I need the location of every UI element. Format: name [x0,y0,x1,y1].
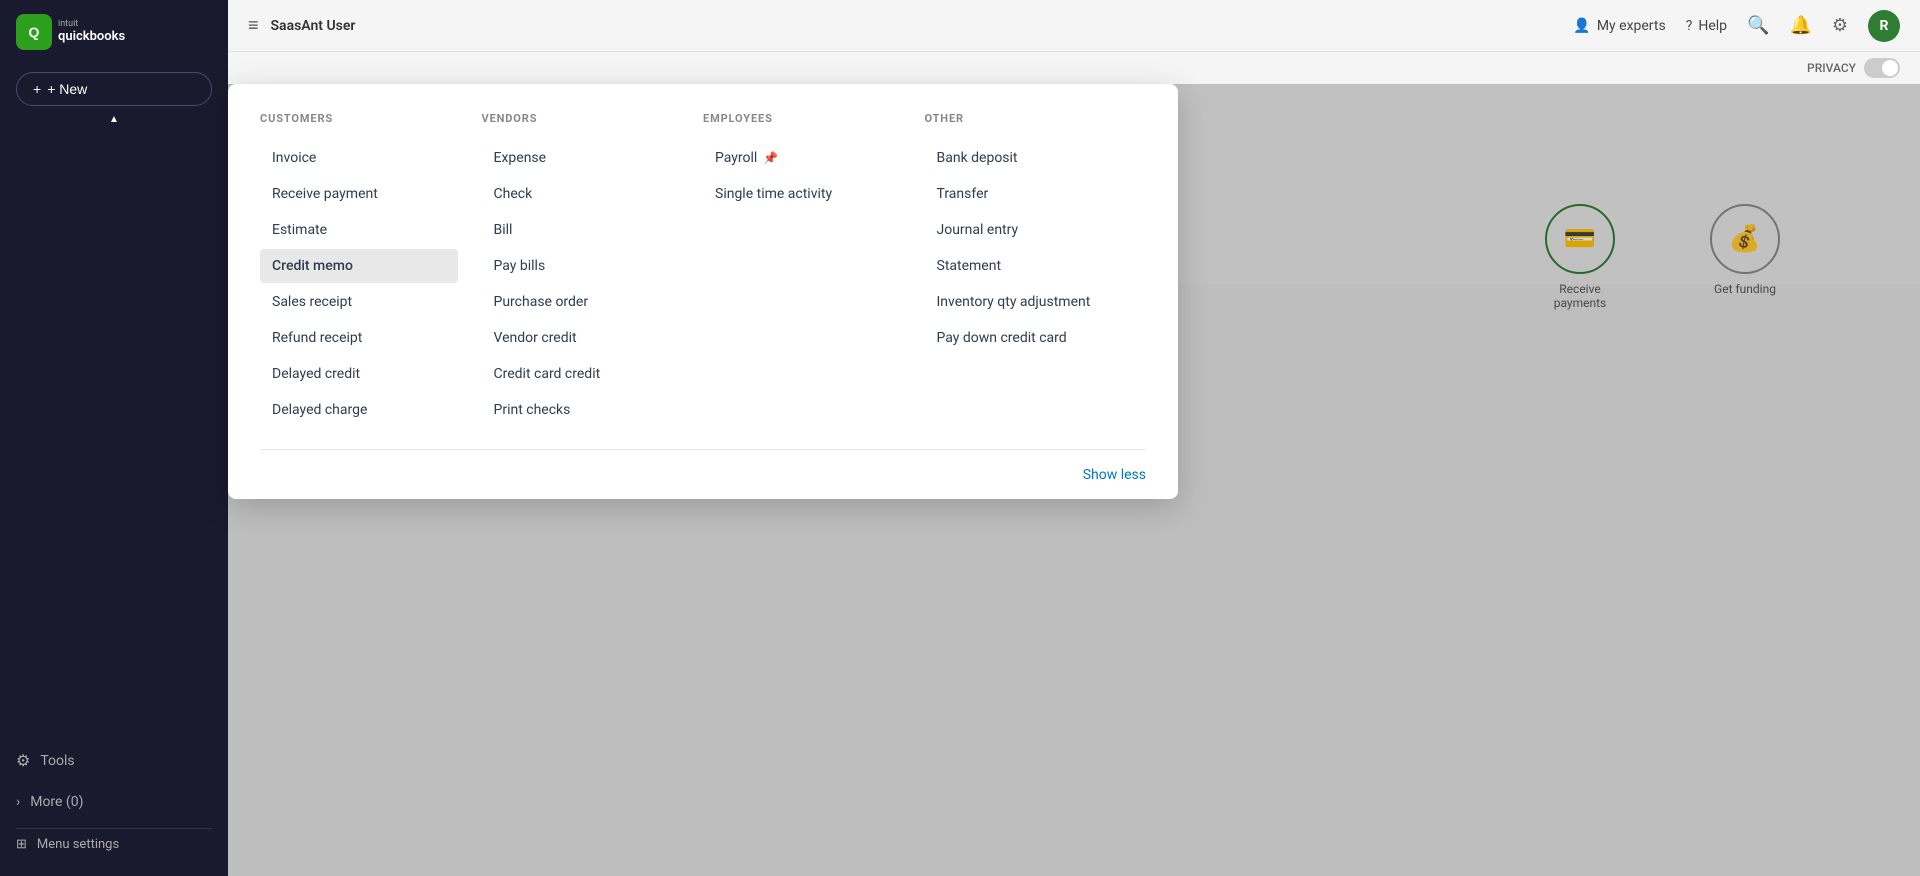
show-less-row: Show less [260,450,1146,499]
customers-column-header: CUSTOMERS [260,112,458,125]
menu-item-refund-receipt[interactable]: Refund receipt [260,321,458,355]
tools-icon: ⚙ [16,751,30,770]
employees-column: EMPLOYEES Payroll 📌 Single time activity [703,112,925,429]
avatar-letter: R [1880,18,1889,34]
payroll-item-content: Payroll 📌 [715,150,889,166]
plus-icon: + [33,81,41,97]
customers-column: CUSTOMERS Invoice Receive payment Estima… [260,112,482,429]
menu-item-pay-bills[interactable]: Pay bills [482,249,680,283]
help-button[interactable]: ? Help [1686,18,1727,34]
svg-text:Q: Q [29,24,40,40]
sidebar-bottom: ⚙ Tools › More (0) ⊞ Menu settings [0,729,228,876]
menu-item-bank-deposit[interactable]: Bank deposit [925,141,1123,175]
help-label: Help [1698,18,1727,34]
menu-item-sales-receipt[interactable]: Sales receipt [260,285,458,319]
menu-item-credit-card-credit[interactable]: Credit card credit [482,357,680,391]
sidebar-item-menu-settings[interactable]: ⊞ Menu settings [16,828,212,860]
privacy-bar: PRIVACY [228,52,1920,84]
search-icon[interactable]: 🔍 [1747,15,1769,36]
other-column: OTHER Bank deposit Transfer Journal entr… [925,112,1147,429]
menu-item-estimate[interactable]: Estimate [260,213,458,247]
pin-icon: 📌 [763,151,778,165]
question-icon: ? [1686,18,1693,34]
topbar-actions: 👤 My experts ? Help 🔍 🔔 ⚙ R [1573,10,1900,42]
privacy-toggle[interactable] [1864,58,1900,78]
quickbooks-logo[interactable]: Q intuit quickbooks [16,14,125,50]
menu-item-journal-entry[interactable]: Journal entry [925,213,1123,247]
more-label: More (0) [30,794,83,810]
new-button[interactable]: + + New [16,72,212,106]
sidebar-logo: Q intuit quickbooks [0,0,228,64]
sidebar-item-more[interactable]: › More (0) [16,788,212,816]
menu-settings-label: Menu settings [37,837,119,852]
menu-item-transfer[interactable]: Transfer [925,177,1123,211]
main-area: ≡ SaasAnt User 👤 My experts ? Help 🔍 🔔 ⚙… [228,0,1920,876]
menu-item-purchase-order[interactable]: Purchase order [482,285,680,319]
grid-icon: ⊞ [16,837,27,852]
modal-overlay[interactable]: CUSTOMERS Invoice Receive payment Estima… [228,84,1920,876]
topbar: ≡ SaasAnt User 👤 My experts ? Help 🔍 🔔 ⚙… [228,0,1920,52]
user-name: SaasAnt User [271,18,1562,34]
menu-item-single-time-activity[interactable]: Single time activity [703,177,901,211]
hamburger-icon[interactable]: ≡ [248,15,259,36]
vendors-column: VENDORS Expense Check Bill Pay bills Pur… [482,112,704,429]
menu-item-vendor-credit[interactable]: Vendor credit [482,321,680,355]
menu-item-inventory-qty-adjustment[interactable]: Inventory qty adjustment [925,285,1123,319]
new-menu-dropdown: CUSTOMERS Invoice Receive payment Estima… [228,84,1178,499]
show-less-link[interactable]: Show less [1083,467,1146,483]
menu-item-delayed-charge[interactable]: Delayed charge [260,393,458,427]
my-experts-label: My experts [1597,18,1666,34]
tools-label: Tools [40,753,74,769]
person-icon: 👤 [1573,18,1590,34]
toggle-thumb [1882,60,1898,76]
avatar[interactable]: R [1868,10,1900,42]
menu-item-pay-down-credit-card[interactable]: Pay down credit card [925,321,1123,355]
other-column-header: OTHER [925,112,1123,125]
payroll-label: Payroll [715,150,757,166]
sidebar-item-tools[interactable]: ⚙ Tools [16,745,212,776]
dropdown-columns: CUSTOMERS Invoice Receive payment Estima… [260,112,1146,429]
vendors-column-header: VENDORS [482,112,680,125]
menu-item-bill[interactable]: Bill [482,213,680,247]
gear-icon[interactable]: ⚙ [1832,15,1848,36]
menu-item-receive-payment[interactable]: Receive payment [260,177,458,211]
menu-item-expense[interactable]: Expense [482,141,680,175]
menu-item-delayed-credit[interactable]: Delayed credit [260,357,458,391]
menu-item-payroll[interactable]: Payroll 📌 [703,141,901,175]
content-area: 💳 Receive payments 💰 Get funding Money o… [228,84,1920,876]
new-button-label: + New [47,81,87,97]
chevron-right-icon: › [16,794,20,810]
menu-item-statement[interactable]: Statement [925,249,1123,283]
sidebar: Q intuit quickbooks + + New ⚙ Tools › Mo… [0,0,228,876]
menu-item-check[interactable]: Check [482,177,680,211]
menu-item-print-checks[interactable]: Print checks [482,393,680,427]
my-experts-button[interactable]: 👤 My experts [1573,18,1665,34]
menu-item-invoice[interactable]: Invoice [260,141,458,175]
employees-column-header: EMPLOYEES [703,112,901,125]
bell-icon[interactable]: 🔔 [1789,15,1811,36]
privacy-label: PRIVACY [1807,61,1856,75]
menu-item-credit-memo[interactable]: Credit memo [260,249,458,283]
qb-logo-icon: Q [16,14,52,50]
